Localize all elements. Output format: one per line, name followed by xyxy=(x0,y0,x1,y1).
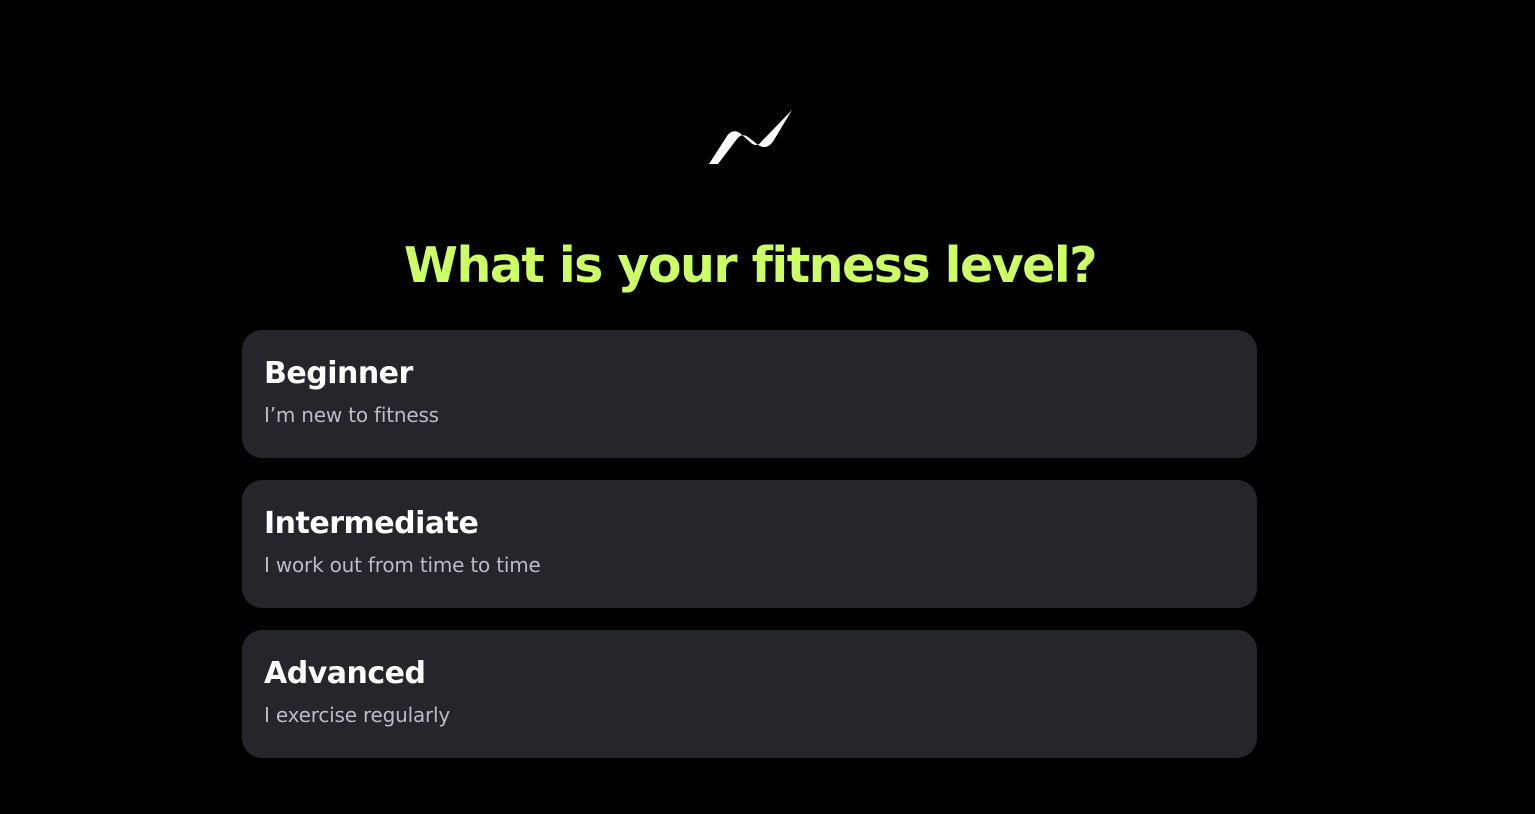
app-logo xyxy=(706,106,794,168)
option-description: I’m new to fitness xyxy=(264,403,439,427)
option-label: Beginner xyxy=(264,356,413,391)
fitness-level-options: Beginner I’m new to fitness Intermediate… xyxy=(242,330,1257,780)
page-title: What is your fitness level? xyxy=(403,237,1098,294)
bolt-wave-icon xyxy=(709,110,792,164)
option-advanced[interactable]: Advanced I exercise regularly xyxy=(242,630,1257,758)
option-beginner[interactable]: Beginner I’m new to fitness xyxy=(242,330,1257,458)
option-description: I exercise regularly xyxy=(264,703,451,727)
option-label: Advanced xyxy=(264,656,426,691)
fitness-level-screen: What is your fitness level? Beginner I’m… xyxy=(0,0,1535,814)
option-description: I work out from time to time xyxy=(264,553,541,577)
option-label: Intermediate xyxy=(264,506,479,541)
option-intermediate[interactable]: Intermediate I work out from time to tim… xyxy=(242,480,1257,608)
